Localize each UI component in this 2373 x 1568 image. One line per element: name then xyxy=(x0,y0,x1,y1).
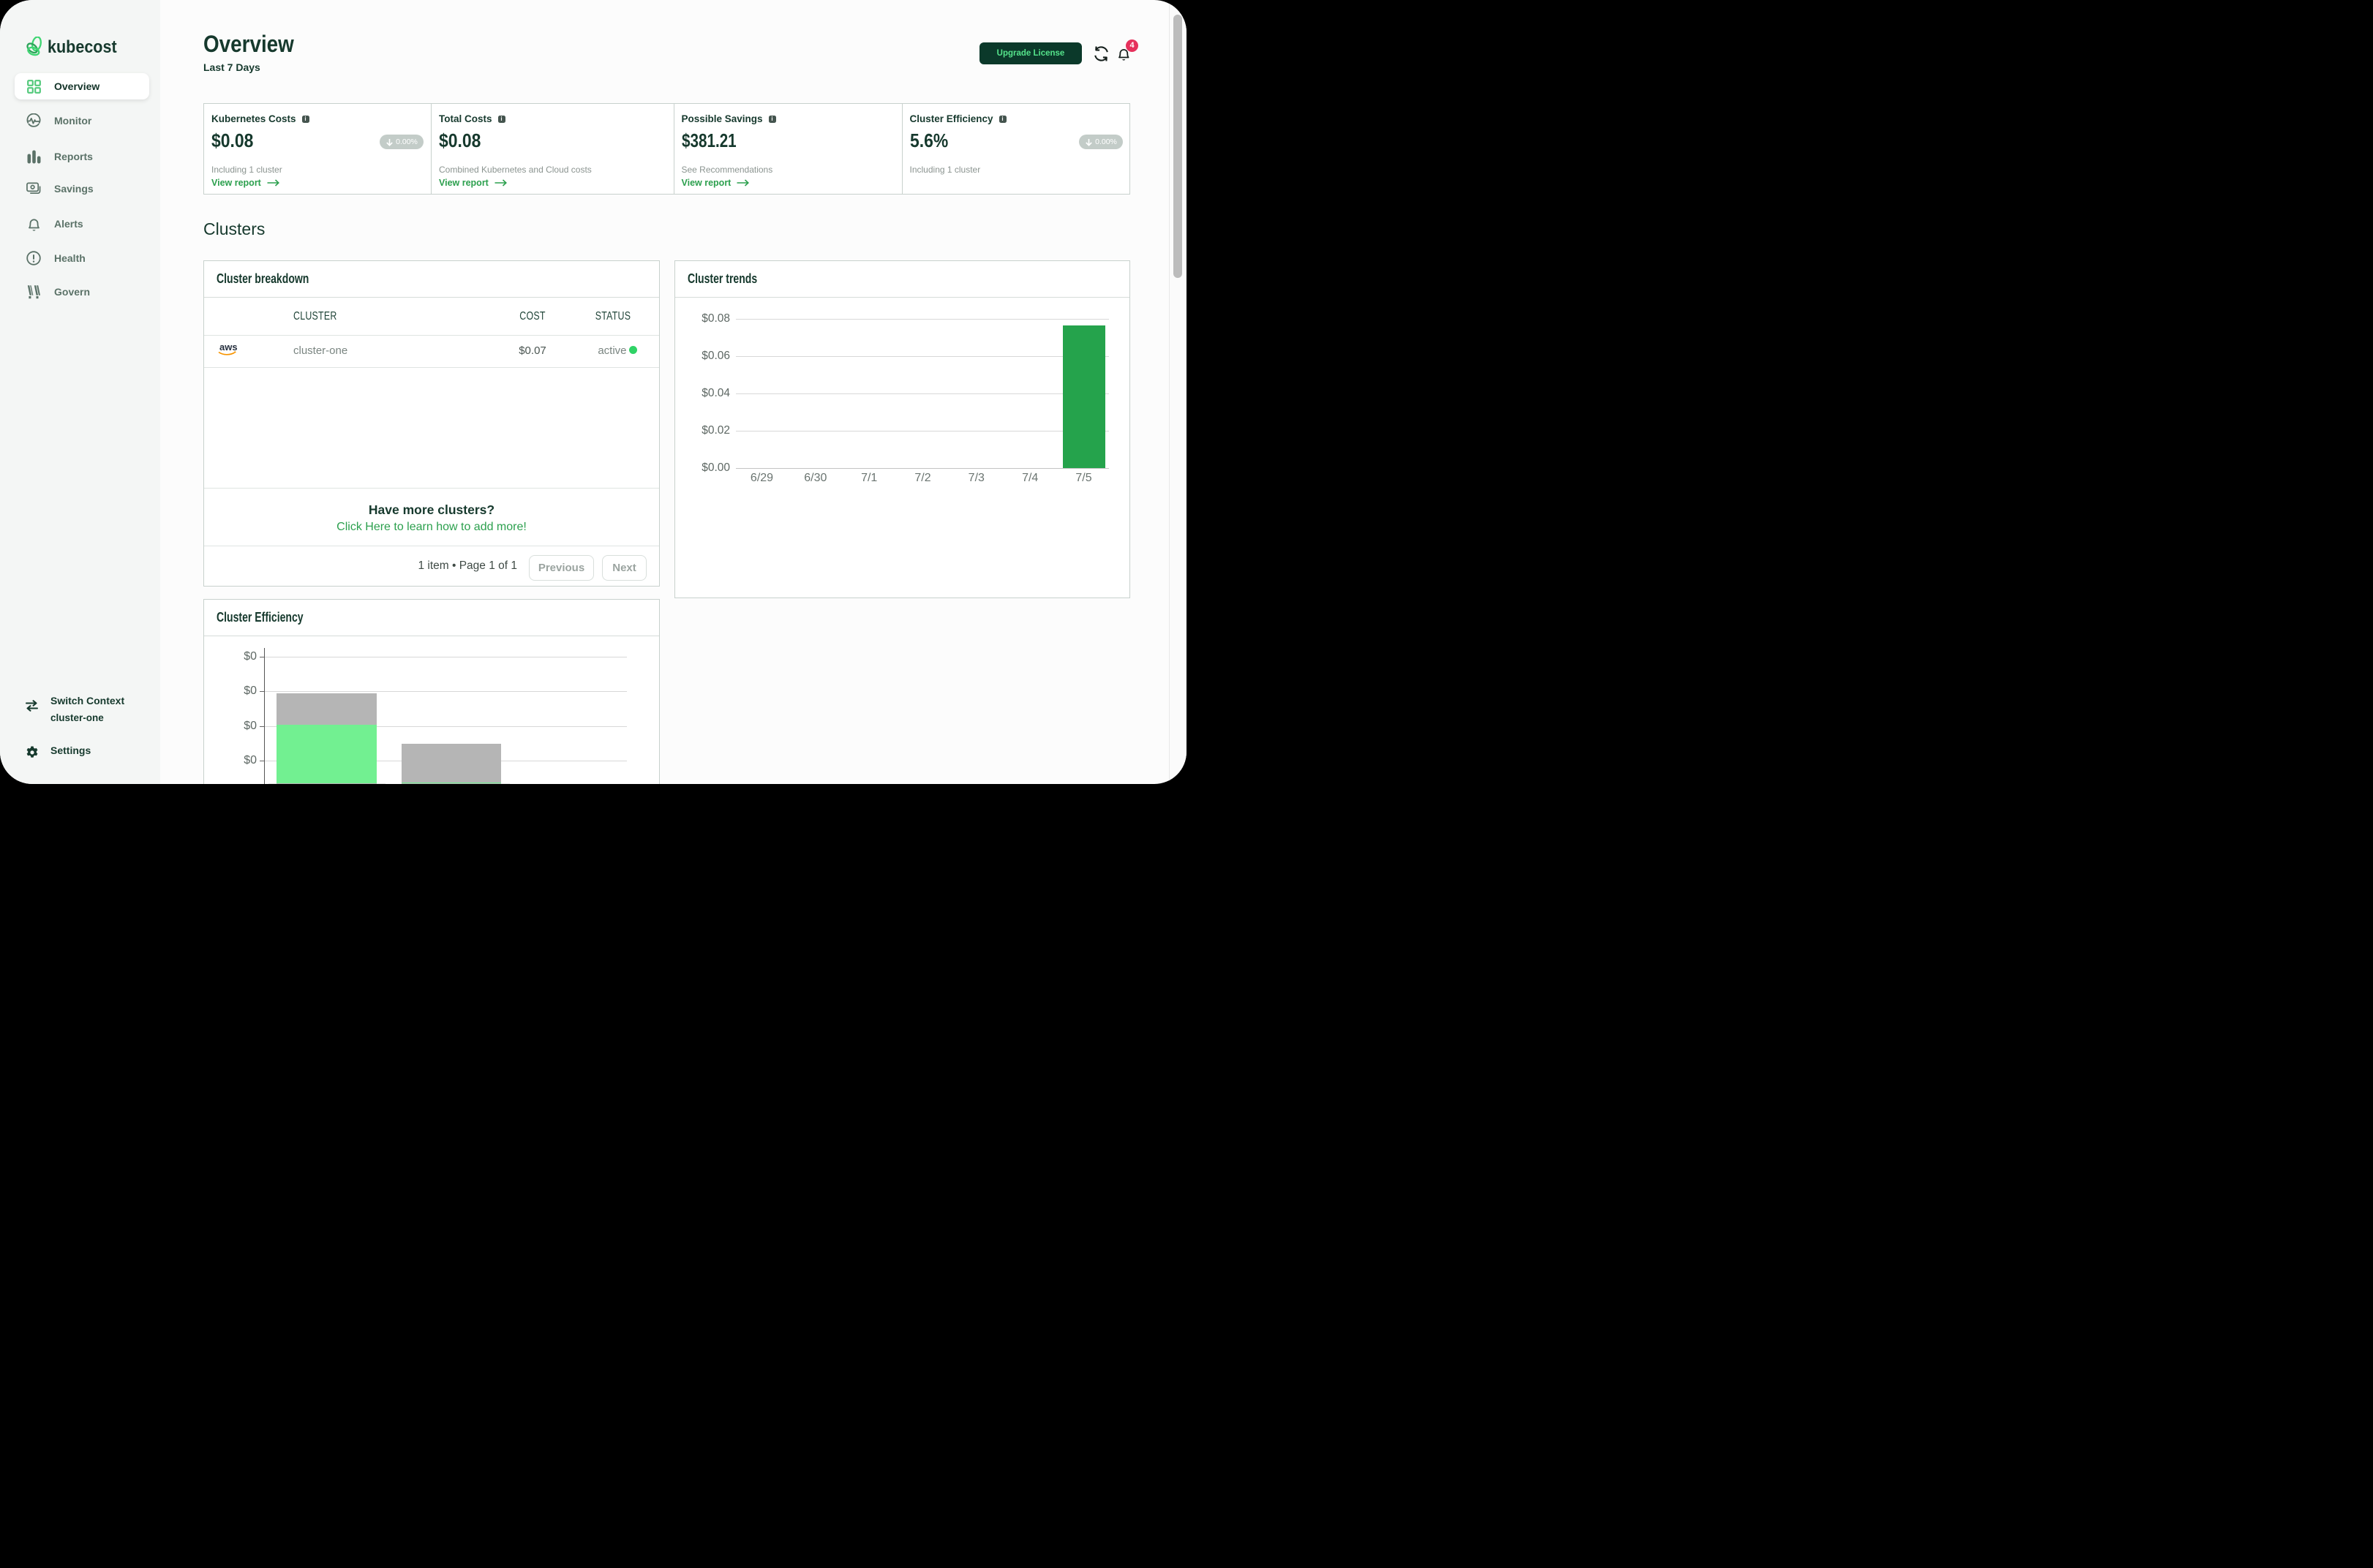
svg-text:aws: aws xyxy=(219,342,238,353)
